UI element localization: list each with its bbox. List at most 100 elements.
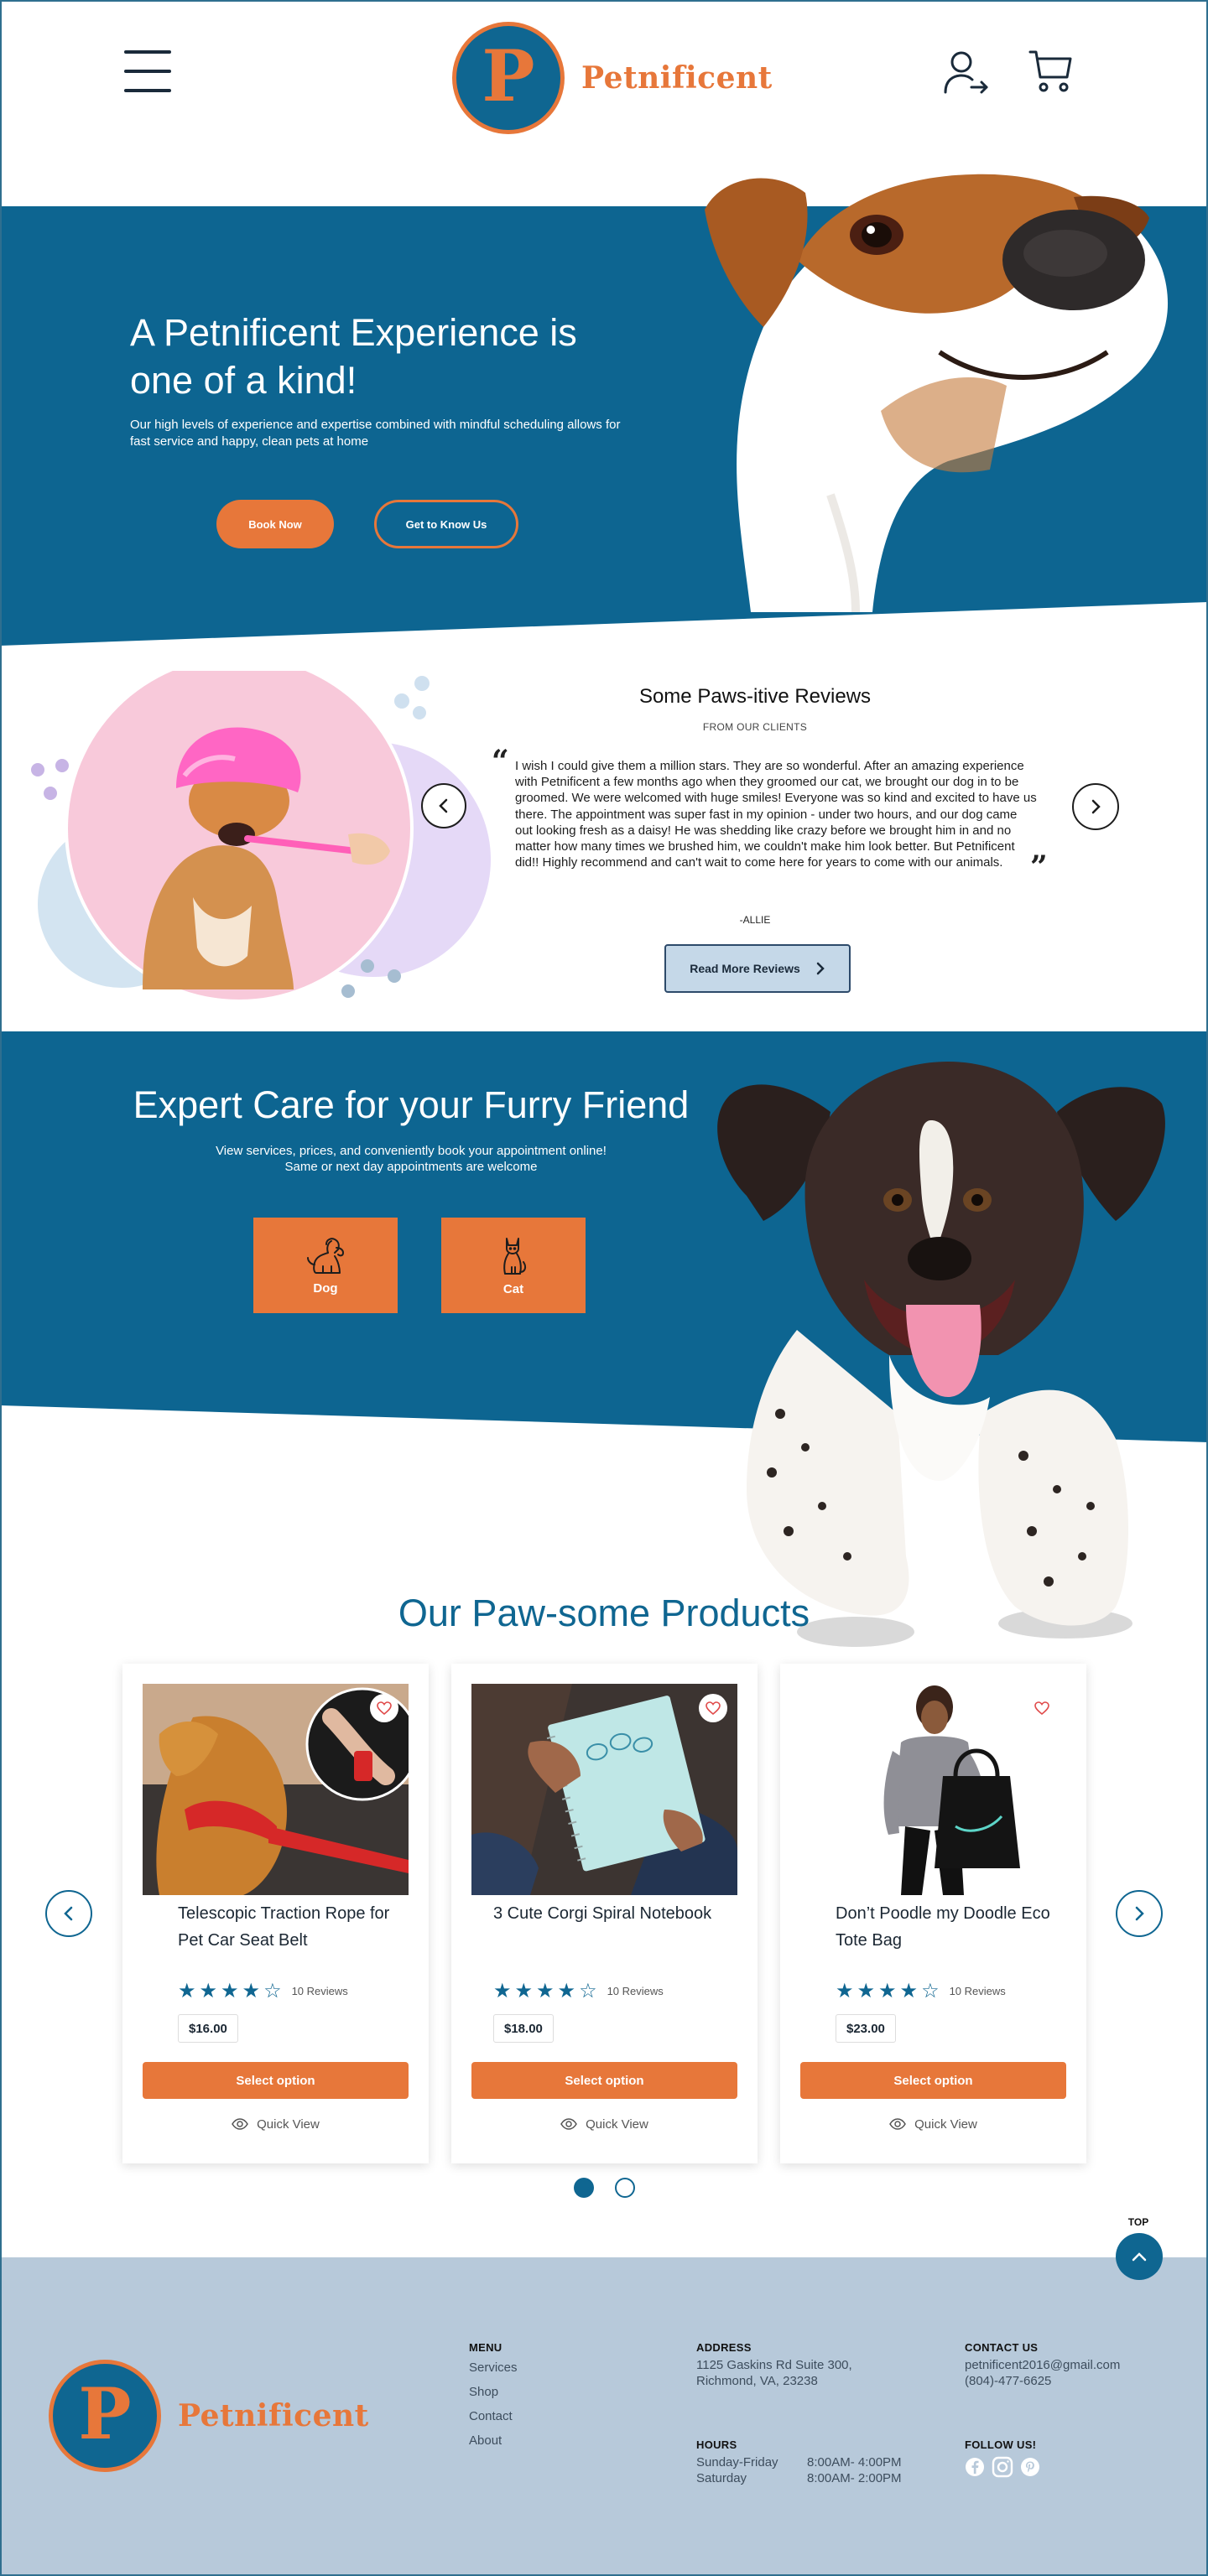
product-rating: ★ ★ ★ ★ ☆ 10 Reviews xyxy=(493,1981,664,2001)
quick-view-link[interactable]: Quick View xyxy=(471,2112,737,2136)
product-image-corgi-notebook xyxy=(471,1684,737,1895)
logo-letter: P xyxy=(482,34,535,117)
quick-view-link[interactable]: Quick View xyxy=(143,2112,409,2136)
select-option-button[interactable]: Select option xyxy=(143,2062,409,2099)
hero-subtitle: Our high levels of experience and expert… xyxy=(130,418,621,449)
wishlist-heart-icon[interactable] xyxy=(1028,1694,1056,1722)
chevron-right-icon xyxy=(1135,1906,1144,1921)
product-price: $18.00 xyxy=(493,2014,554,2043)
pinterest-icon[interactable] xyxy=(1020,2457,1040,2477)
footer-link-contact[interactable]: Contact xyxy=(469,2404,518,2428)
hours-heading: HOURS xyxy=(696,2438,737,2451)
product-name[interactable]: Don’t Poodle my Doodle Eco Tote Bag xyxy=(836,1900,1054,1954)
reviews-decoration xyxy=(31,671,491,1003)
book-now-button[interactable]: Book Now xyxy=(216,500,334,548)
products-prev-button[interactable] xyxy=(45,1890,92,1937)
follow-heading: FOLLOW US! xyxy=(965,2438,1037,2451)
cat-tile-label: Cat xyxy=(502,1281,524,1296)
footer-brand-name: Petnificent xyxy=(178,2398,369,2433)
expert-subtitle-line1: View services, prices, and conveniently … xyxy=(216,1144,607,1158)
reviews-subtitle: FROM OUR CLIENTS xyxy=(702,721,808,733)
dog-service-tile[interactable]: Dog xyxy=(253,1218,398,1313)
quick-view-label: Quick View xyxy=(586,2116,648,2132)
wishlist-heart-icon[interactable] xyxy=(699,1694,727,1722)
back-to-top-button[interactable] xyxy=(1116,2233,1163,2280)
quick-view-link[interactable]: Quick View xyxy=(800,2112,1066,2136)
review-author: -ALLIE xyxy=(739,914,771,926)
eye-icon xyxy=(560,2118,577,2130)
brand-name: Petnificent xyxy=(581,60,773,96)
facebook-icon[interactable] xyxy=(965,2457,985,2477)
chevron-right-icon xyxy=(815,962,825,975)
hero-dog-image xyxy=(705,174,1169,612)
star-filled-icon: ★ xyxy=(514,1979,534,2002)
star-filled-icon: ★ xyxy=(493,1979,512,2002)
get-to-know-us-button[interactable]: Get to Know Us xyxy=(374,500,518,548)
footer-link-shop[interactable]: Shop xyxy=(469,2380,518,2404)
products-next-button[interactable] xyxy=(1116,1890,1163,1937)
product-card[interactable]: Telescopic Traction Rope for Pet Car Sea… xyxy=(122,1664,429,2163)
product-name[interactable]: 3 Cute Corgi Spiral Notebook xyxy=(493,1900,728,1927)
product-price: $23.00 xyxy=(836,2014,896,2043)
product-rating: ★ ★ ★ ★ ☆ 10 Reviews xyxy=(178,1981,348,2001)
product-card[interactable]: 3 Cute Corgi Spiral Notebook ★ ★ ★ ★ ☆ 1… xyxy=(451,1664,758,2163)
read-more-reviews-label: Read More Reviews xyxy=(690,962,800,975)
review-count[interactable]: 10 Reviews xyxy=(950,1985,1006,1997)
contact-email[interactable]: petnificent2016@gmail.com xyxy=(965,2357,1120,2373)
chevron-right-icon xyxy=(1091,799,1101,814)
expert-dog-image xyxy=(717,1062,1165,1647)
account-login-icon[interactable] xyxy=(943,49,990,96)
footer-menu: MENU Services Shop Contact About xyxy=(469,2341,518,2453)
reviews-next-button[interactable] xyxy=(1072,783,1119,830)
hours-day: Saturday xyxy=(696,2471,747,2485)
product-card[interactable]: Don’t Poodle my Doodle Eco Tote Bag ★ ★ … xyxy=(780,1664,1086,2163)
chevron-left-icon xyxy=(64,1906,73,1921)
wishlist-heart-icon[interactable] xyxy=(370,1694,398,1722)
star-filled-icon: ★ xyxy=(878,1979,897,2002)
product-rating: ★ ★ ★ ★ ☆ 10 Reviews xyxy=(836,1981,1006,2001)
expert-subtitle-line2: Same or next day appointments are welcom… xyxy=(284,1160,538,1174)
instagram-icon[interactable] xyxy=(992,2456,1013,2478)
address-line1: 1125 Gaskins Rd Suite 300, xyxy=(696,2358,852,2372)
star-filled-icon: ★ xyxy=(899,1979,919,2002)
review-count[interactable]: 10 Reviews xyxy=(292,1985,348,1997)
hours-time: 8:00AM- 4:00PM xyxy=(807,2455,902,2470)
product-image-tote-bag xyxy=(800,1684,1066,1895)
star-filled-icon: ★ xyxy=(199,1979,218,2002)
product-name[interactable]: Telescopic Traction Rope for Pet Car Sea… xyxy=(178,1900,396,1954)
menu-heading: MENU xyxy=(469,2341,502,2354)
dog-icon xyxy=(307,1237,344,1274)
address-heading: ADDRESS xyxy=(696,2341,752,2354)
cart-icon[interactable] xyxy=(1028,49,1072,94)
reviews-title: Some Paws-itive Reviews xyxy=(638,685,872,708)
carousel-dot[interactable] xyxy=(615,2178,635,2198)
star-empty-icon: ☆ xyxy=(579,1979,597,2002)
chevron-left-icon xyxy=(439,798,448,813)
review-count[interactable]: 10 Reviews xyxy=(607,1985,664,1997)
eye-icon xyxy=(889,2118,906,2130)
select-option-button[interactable]: Select option xyxy=(471,2062,737,2099)
open-quote-mark: “ xyxy=(492,744,509,779)
star-filled-icon: ★ xyxy=(221,1979,239,2002)
dog-tile-label: Dog xyxy=(313,1280,338,1296)
select-option-button[interactable]: Select option xyxy=(800,2062,1066,2099)
products-title: Our Paw-some Products xyxy=(398,1592,810,1634)
read-more-reviews-button[interactable]: Read More Reviews xyxy=(664,944,851,993)
reviews-prev-button[interactable] xyxy=(421,783,466,828)
contact-phone[interactable]: (804)-477-6625 xyxy=(965,2373,1120,2389)
cat-service-tile[interactable]: Cat xyxy=(441,1218,586,1313)
star-filled-icon: ★ xyxy=(536,1979,555,2002)
contact-heading: CONTACT US xyxy=(965,2341,1039,2354)
menu-hamburger-icon[interactable] xyxy=(124,49,171,94)
product-price: $16.00 xyxy=(178,2014,238,2043)
address-line2: Richmond, VA, 23238 xyxy=(696,2374,818,2388)
header-logo[interactable]: P Petnificent xyxy=(452,22,773,134)
carousel-dot-active[interactable] xyxy=(574,2178,594,2198)
footer-link-about[interactable]: About xyxy=(469,2428,518,2453)
star-empty-icon: ☆ xyxy=(263,1979,282,2002)
footer-link-services[interactable]: Services xyxy=(469,2355,518,2380)
star-filled-icon: ★ xyxy=(557,1979,576,2002)
footer-logo[interactable]: P Petnificent xyxy=(49,2360,369,2472)
footer-logo-mark: P xyxy=(49,2360,161,2472)
star-filled-icon: ★ xyxy=(242,1979,261,2002)
